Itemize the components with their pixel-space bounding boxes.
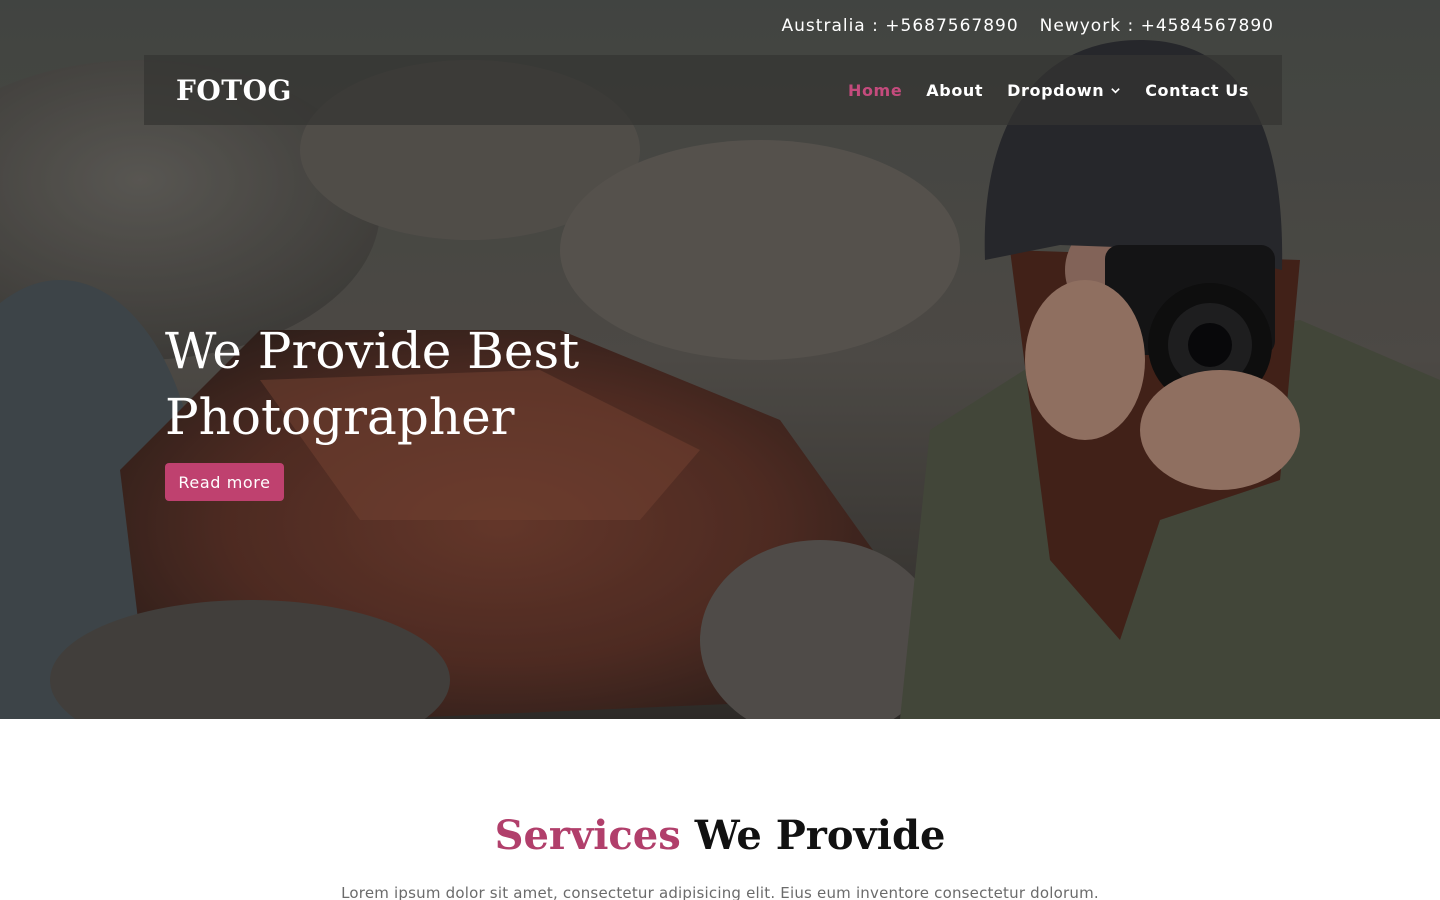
nav-item-about[interactable]: About — [926, 81, 983, 100]
brand-logo[interactable]: FOTOG — [176, 74, 292, 107]
nav-item-label: Contact Us — [1145, 80, 1249, 100]
read-more-button[interactable]: Read more — [165, 463, 284, 501]
hero-title: We Provide Best Photographer — [165, 322, 580, 446]
services-title-rest: We Provide — [694, 812, 946, 859]
chevron-down-icon — [1111, 87, 1120, 94]
nav-item-contact-us[interactable]: Contact Us — [1145, 81, 1249, 100]
navbar: FOTOG Home About Dropdown Contact Us — [144, 55, 1282, 125]
services-description: Lorem ipsum dolor sit amet, consectetur … — [341, 884, 1099, 900]
nav-item-label: Dropdown — [1007, 80, 1105, 100]
hero-section: Australia : +5687567890 Newyork : +45845… — [0, 0, 1440, 719]
nav-item-label: About — [926, 80, 984, 100]
services-title: Services We Provide — [0, 812, 1440, 859]
services-title-accent: Services — [494, 812, 681, 859]
nav-item-home[interactable]: Home — [848, 81, 902, 100]
nav-menu: Home About Dropdown Contact Us — [848, 81, 1249, 100]
australia-phone: Australia : +5687567890 — [781, 16, 1019, 36]
nav-item-label: Home — [847, 80, 903, 100]
contact-bar: Australia : +5687567890 Newyork : +45845… — [782, 16, 1274, 36]
newyork-phone: Newyork : +4584567890 — [1039, 16, 1274, 36]
nav-item-dropdown[interactable]: Dropdown — [1007, 81, 1121, 100]
